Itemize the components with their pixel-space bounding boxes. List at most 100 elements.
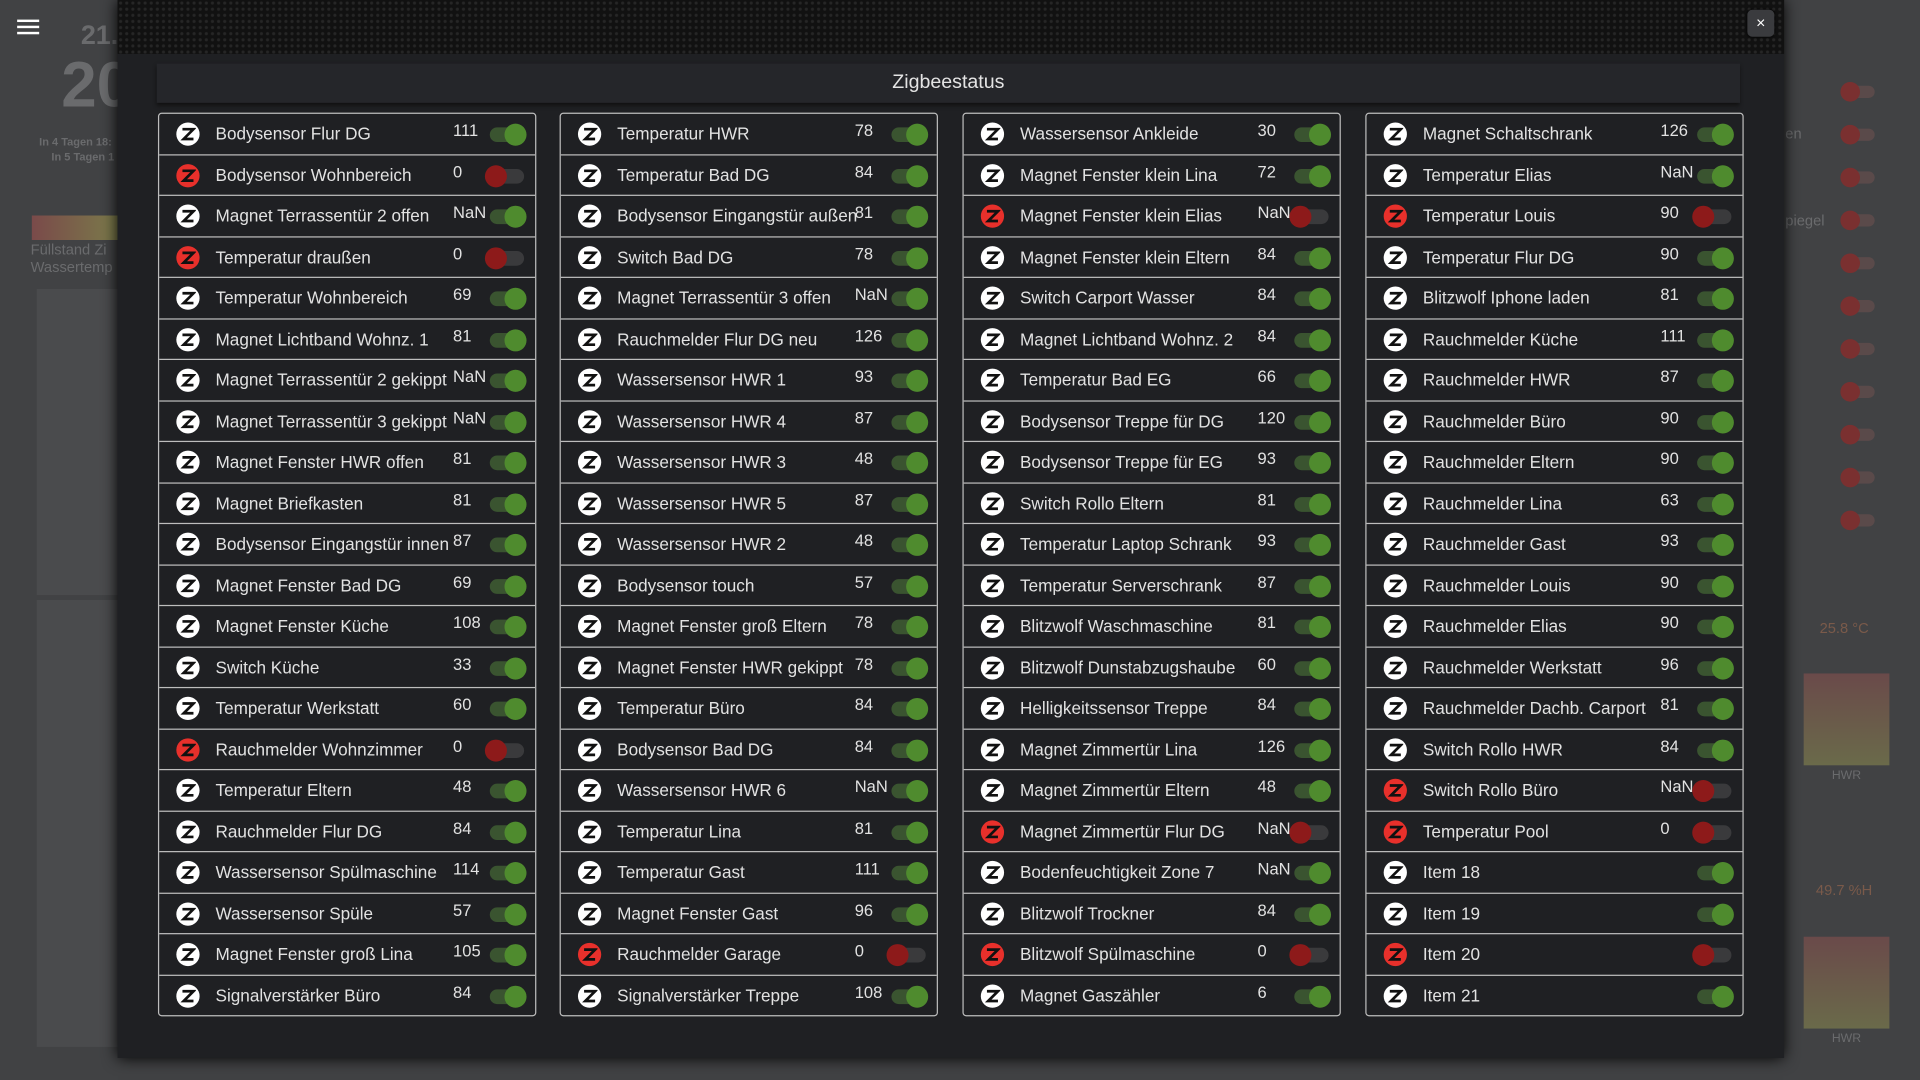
device-row[interactable]: Magnet Fenster groß Eltern 78 [560, 604, 937, 646]
status-toggle[interactable] [1697, 369, 1734, 392]
status-toggle[interactable] [1697, 492, 1734, 515]
device-row[interactable]: Temperatur Flur DG 90 [1366, 235, 1743, 277]
device-row[interactable]: Temperatur Serverschrank 87 [963, 563, 1340, 605]
status-toggle[interactable] [891, 164, 929, 187]
device-row[interactable]: Blitzwolf Waschmaschine 81 [963, 604, 1340, 646]
status-toggle[interactable] [1692, 205, 1732, 228]
status-toggle[interactable] [1697, 738, 1734, 762]
device-row[interactable]: Magnet Lichtband Wohnz. 2 84 [963, 317, 1340, 359]
device-row[interactable]: Wassersensor HWR 1 93 [560, 358, 937, 400]
status-toggle[interactable] [1697, 985, 1734, 1008]
device-row[interactable]: Magnet Lichtband Wohnz. 1 81 [159, 317, 536, 359]
status-toggle[interactable] [1294, 574, 1332, 597]
status-toggle[interactable] [891, 780, 929, 803]
status-toggle[interactable] [1294, 985, 1332, 1008]
status-toggle[interactable] [489, 123, 527, 146]
status-toggle[interactable] [1294, 369, 1332, 392]
status-toggle[interactable] [1697, 697, 1734, 721]
status-toggle[interactable] [1294, 287, 1332, 310]
device-row[interactable]: Magnet Gaszähler 6 [963, 974, 1340, 1015]
device-row[interactable]: Bodysensor Bad DG 84 [560, 727, 937, 769]
device-row[interactable]: Bodysensor Flur DG 111 [159, 114, 535, 154]
device-row[interactable]: Temperatur Laptop Schrank 93 [963, 522, 1340, 564]
status-toggle[interactable] [891, 451, 929, 474]
device-row[interactable]: Temperatur Wohnbereich 69 [159, 276, 536, 318]
device-row[interactable]: Magnet Fenster Bad DG 69 [159, 563, 536, 605]
device-row[interactable]: Magnet Schaltschrank 126 [1367, 114, 1743, 154]
status-toggle[interactable] [489, 369, 527, 392]
device-row[interactable]: Magnet Terrassentür 3 gekippt NaN [159, 399, 536, 441]
device-row[interactable]: Temperatur Pool 0 [1366, 810, 1743, 851]
status-toggle[interactable] [489, 780, 527, 803]
device-row[interactable]: Temperatur Bad DG 84 [560, 153, 937, 195]
device-row[interactable]: Blitzwolf Spülmaschine 0 [963, 933, 1340, 974]
status-toggle[interactable] [891, 656, 929, 679]
device-row[interactable]: Bodysensor Eingangstür innen 87 [159, 522, 536, 564]
device-row[interactable]: Rauchmelder Büro 90 [1366, 399, 1743, 441]
device-row[interactable]: Switch Küche 33 [159, 645, 536, 687]
menu-icon[interactable] [17, 19, 40, 35]
status-toggle[interactable] [891, 862, 929, 885]
device-row[interactable]: Magnet Terrassentür 2 offen NaN [159, 194, 536, 236]
status-toggle[interactable] [1294, 697, 1332, 721]
device-row[interactable]: Bodysensor touch 57 [560, 563, 937, 605]
status-toggle[interactable] [1697, 533, 1734, 556]
device-row[interactable]: Magnet Zimmertür Eltern 48 [963, 768, 1340, 810]
device-row[interactable]: Wassersensor Ankleide 30 [964, 114, 1340, 154]
device-row[interactable]: Blitzwolf Iphone laden 81 [1366, 276, 1743, 318]
status-toggle[interactable] [891, 410, 929, 433]
status-toggle[interactable] [891, 985, 929, 1008]
device-row[interactable]: Bodysensor Treppe für EG 93 [963, 440, 1340, 482]
device-row[interactable]: Temperatur Lina 81 [560, 810, 937, 851]
status-toggle[interactable] [1294, 656, 1332, 679]
device-row[interactable]: Switch Bad DG 78 [560, 235, 937, 277]
status-toggle[interactable] [484, 164, 525, 187]
device-row[interactable]: Blitzwolf Dunstabzugshaube 60 [963, 645, 1340, 687]
status-toggle[interactable] [1697, 246, 1734, 269]
status-toggle[interactable] [1294, 862, 1332, 885]
status-toggle[interactable] [1697, 451, 1734, 474]
device-row[interactable]: Rauchmelder Garage 0 [560, 933, 937, 974]
device-row[interactable]: Temperatur Eltern 48 [159, 768, 536, 810]
status-toggle[interactable] [489, 656, 527, 679]
device-row[interactable]: Wassersensor HWR 2 48 [560, 522, 937, 564]
status-toggle[interactable] [489, 451, 527, 474]
status-toggle[interactable] [489, 903, 527, 926]
device-row[interactable]: Magnet Zimmertür Lina 126 [963, 727, 1340, 769]
status-toggle[interactable] [1294, 738, 1332, 762]
device-row[interactable]: Rauchmelder Eltern 90 [1366, 440, 1743, 482]
device-row[interactable]: Bodysensor Treppe für DG 120 [963, 399, 1340, 441]
status-toggle[interactable] [489, 862, 527, 885]
status-toggle[interactable] [489, 492, 527, 515]
status-toggle[interactable] [1289, 821, 1329, 844]
status-toggle[interactable] [1697, 123, 1734, 146]
status-toggle[interactable] [891, 328, 929, 351]
status-toggle[interactable] [1697, 410, 1734, 433]
status-toggle[interactable] [1692, 944, 1732, 967]
status-toggle[interactable] [891, 287, 929, 310]
status-toggle[interactable] [1692, 821, 1732, 844]
status-toggle[interactable] [1697, 862, 1734, 885]
status-toggle[interactable] [891, 821, 929, 844]
device-row[interactable]: Wassersensor Spülmaschine 114 [159, 851, 536, 892]
status-toggle[interactable] [1697, 656, 1734, 679]
device-row[interactable]: Magnet Terrassentür 2 gekippt NaN [159, 358, 536, 400]
device-row[interactable]: Switch Rollo Eltern 81 [963, 481, 1340, 523]
device-row[interactable]: Rauchmelder Flur DG neu 126 [560, 317, 937, 359]
status-toggle[interactable] [489, 328, 527, 351]
status-toggle[interactable] [1697, 903, 1734, 926]
status-toggle[interactable] [1697, 574, 1734, 597]
status-toggle[interactable] [891, 738, 929, 762]
device-row[interactable]: Magnet Fenster HWR offen 81 [159, 440, 536, 482]
device-row[interactable]: Temperatur Gast 111 [560, 851, 937, 892]
status-toggle[interactable] [891, 574, 929, 597]
device-row[interactable]: Rauchmelder Flur DG 84 [159, 810, 536, 851]
device-row[interactable]: Switch Rollo HWR 84 [1366, 727, 1743, 769]
status-toggle[interactable] [1294, 903, 1332, 926]
status-toggle[interactable] [489, 944, 527, 967]
status-toggle[interactable] [891, 533, 929, 556]
device-row[interactable]: Magnet Briefkasten 81 [159, 481, 536, 523]
device-row[interactable]: Rauchmelder Lina 63 [1366, 481, 1743, 523]
status-toggle[interactable] [484, 738, 525, 762]
device-row[interactable]: Magnet Fenster groß Lina 105 [159, 933, 536, 974]
